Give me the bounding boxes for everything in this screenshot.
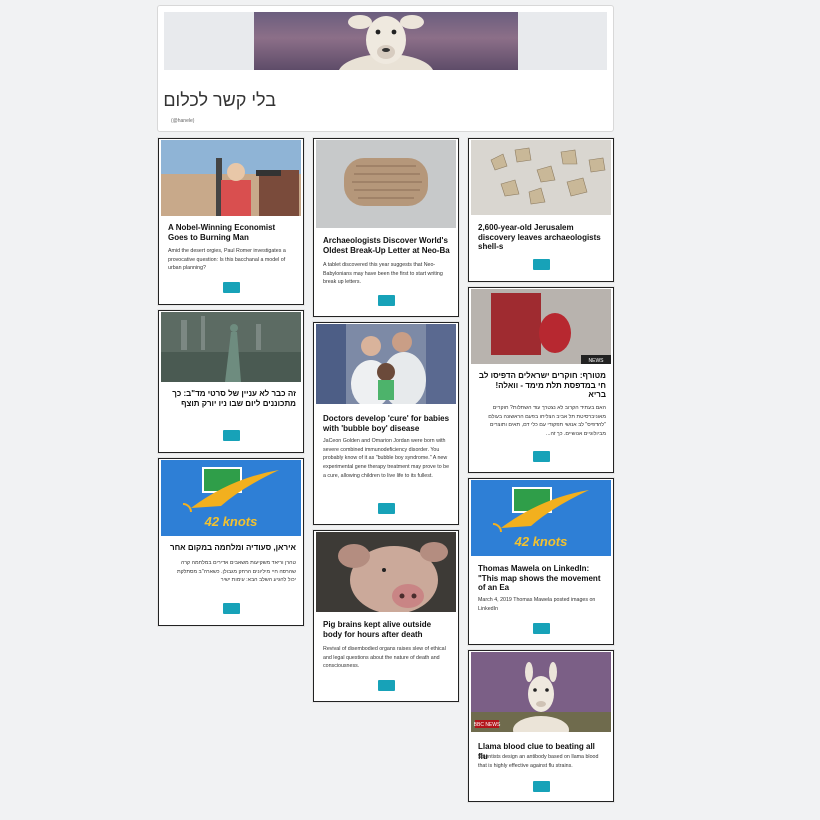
card-action-button[interactable] xyxy=(223,430,240,441)
card-description: האם בעתיד הקרוב לא נצטרך עוד השתלות? חוק… xyxy=(488,405,606,438)
card-title[interactable]: מטורף: חוקרים ישראלים הדפיסו לב חי במדפס… xyxy=(478,371,606,400)
card-image xyxy=(316,324,456,404)
card-image xyxy=(316,532,456,612)
card-title[interactable]: Doctors develop 'cure' for babies with '… xyxy=(323,414,451,433)
board-cover-image xyxy=(254,12,518,70)
card-image: 42 knots xyxy=(471,480,611,556)
card-description: March 4, 2019 Thomas Mawela posted image… xyxy=(478,597,596,612)
card-description: Amid the desert orgies, Paul Romer inves… xyxy=(168,248,286,272)
card-action-button[interactable] xyxy=(378,680,395,691)
card-action-button[interactable] xyxy=(223,282,240,293)
card-title[interactable]: Pig brains kept alive outside body for h… xyxy=(323,620,451,639)
card-image xyxy=(316,140,456,228)
card[interactable]: Pig brains kept alive outside body for h… xyxy=(313,530,459,702)
image-label: BBC NEWS xyxy=(474,722,501,728)
board-title: בלי קשר לכלום xyxy=(163,90,276,110)
card-title[interactable]: Archaeologists Discover World's Oldest B… xyxy=(323,236,451,255)
card[interactable]: BBC NEWS Llama blood clue to beating all… xyxy=(468,650,614,802)
card-action-button[interactable] xyxy=(533,451,550,462)
card[interactable]: 42 knots Thomas Mawela on LinkedIn: "Thi… xyxy=(468,478,614,645)
logo-text: 42 knots xyxy=(514,534,568,549)
card-image xyxy=(161,140,301,216)
card-description: Revival of disembodied organs raises sle… xyxy=(323,646,446,670)
card-title[interactable]: Thomas Mawela on LinkedIn: "This map sho… xyxy=(478,564,606,593)
card-action-button[interactable] xyxy=(533,781,550,792)
board-banner xyxy=(164,12,607,70)
image-label: NEWS xyxy=(589,358,605,364)
board-header: בלי קשר לכלום (@hanele) xyxy=(157,5,614,132)
card-action-button[interactable] xyxy=(533,259,550,270)
card-image xyxy=(471,140,611,215)
card-image: NEWS xyxy=(471,289,611,364)
card-action-button[interactable] xyxy=(378,295,395,306)
card-image: 42 knots xyxy=(161,460,301,536)
card-title[interactable]: זה כבר לא עניין של סרטי מד"ב: כך מתכונני… xyxy=(168,389,296,408)
42-knots-logo: 42 knots xyxy=(471,480,611,556)
card-title[interactable]: A Nobel-Winning Economist Goes to Burnin… xyxy=(168,223,296,242)
card[interactable]: Doctors develop 'cure' for babies with '… xyxy=(313,322,459,525)
card-title[interactable]: איראן, סעודיה ומלחמה במקום אחר xyxy=(168,543,296,553)
42-knots-logo: 42 knots xyxy=(161,460,301,536)
card-description: טהרן וריאד משקיעות משאבים אדירים במלחמה … xyxy=(176,560,296,584)
card[interactable]: Archaeologists Discover World's Oldest B… xyxy=(313,138,459,317)
card[interactable]: NEWS מטורף: חוקרים ישראלים הדפיסו לב חי … xyxy=(468,287,614,473)
card[interactable]: 2,600-year-old Jerusalem discovery leave… xyxy=(468,138,614,282)
board-handle: (@hanele) xyxy=(171,118,195,124)
card-action-button[interactable] xyxy=(223,603,240,614)
card-description: JaCeon Golden and Omarion Jordan were bo… xyxy=(323,438,450,479)
card-action-button[interactable] xyxy=(378,503,395,514)
card[interactable]: זה כבר לא עניין של סרטי מד"ב: כך מתכונני… xyxy=(158,310,304,453)
card-image: BBC NEWS xyxy=(471,652,611,732)
card-title[interactable]: 2,600-year-old Jerusalem discovery leave… xyxy=(478,223,606,252)
card-description: A tablet discovered this year suggests t… xyxy=(323,262,443,286)
card[interactable]: 42 knots איראן, סעודיה ומלחמה במקום אחר … xyxy=(158,458,304,626)
card-description: Scientists design an antibody based on l… xyxy=(478,754,599,769)
logo-text: 42 knots xyxy=(204,514,258,529)
card[interactable]: A Nobel-Winning Economist Goes to Burnin… xyxy=(158,138,304,305)
card-image xyxy=(161,312,301,382)
card-action-button[interactable] xyxy=(533,623,550,634)
